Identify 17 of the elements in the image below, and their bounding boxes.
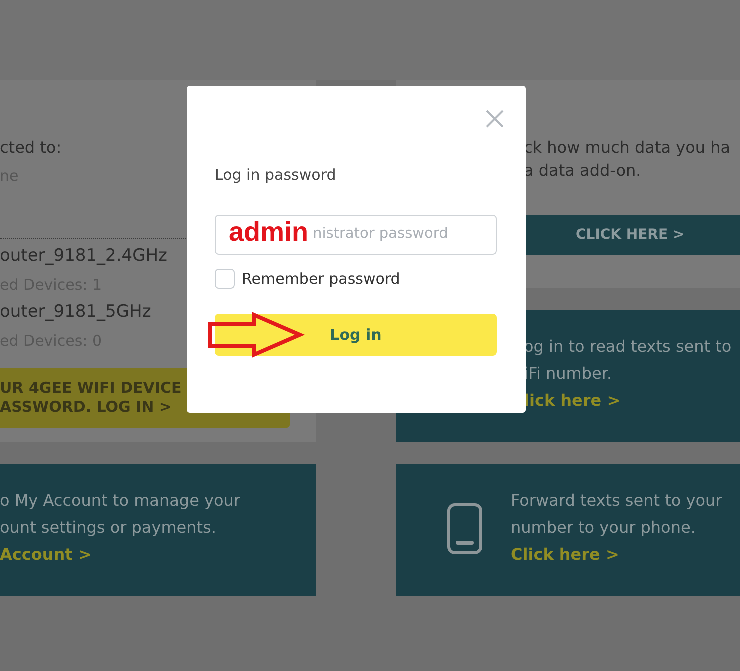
login-button[interactable]: Log in xyxy=(215,314,497,356)
click-here-link[interactable]: Click here > xyxy=(511,541,620,568)
click-here-link[interactable]: Account > xyxy=(0,541,92,568)
remember-password-label: Remember password xyxy=(242,269,400,289)
close-icon xyxy=(486,110,504,128)
click-here-link[interactable]: lick here > xyxy=(524,387,621,414)
promo-text: ount settings or payments. xyxy=(0,517,216,539)
network-name: outer_9181_2.4GHz xyxy=(0,245,168,268)
dialog-title: Log in password xyxy=(215,165,336,185)
close-button[interactable] xyxy=(486,110,504,128)
connection-heading: cted to: xyxy=(0,137,62,159)
network-name: outer_9181_5GHz xyxy=(0,301,152,324)
remember-checkbox[interactable] xyxy=(215,269,235,289)
annotation-text: admin xyxy=(229,216,309,248)
phone-icon xyxy=(447,503,483,555)
promo-text: o My Account to manage your xyxy=(0,490,240,512)
promo-text: Forward texts sent to your number to your phone. xyxy=(511,490,724,539)
